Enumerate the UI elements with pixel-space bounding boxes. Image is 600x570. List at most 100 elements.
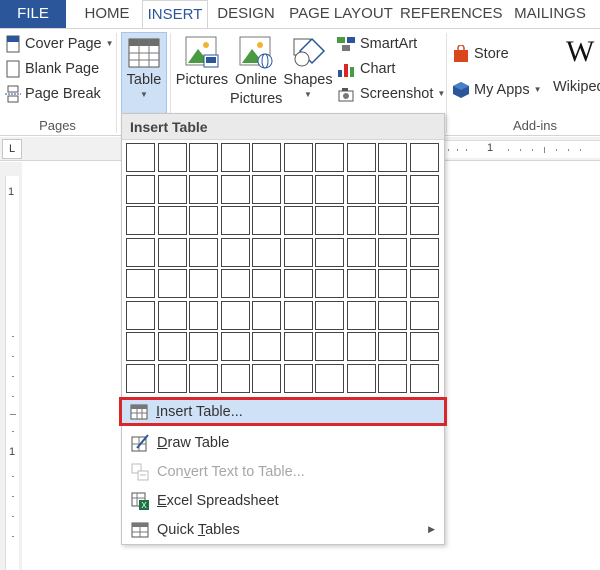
grid-cell[interactable] [252,143,281,172]
chart-button[interactable]: Chart [336,58,395,80]
grid-cell[interactable] [157,332,187,361]
tab-file[interactable]: FILE [0,0,66,28]
grid-cell[interactable] [409,300,439,330]
grid-cell[interactable] [252,237,281,267]
horizontal-ruler[interactable]: 1 [440,140,600,158]
grid-cell[interactable] [126,332,155,361]
grid-cell[interactable] [126,143,155,172]
grid-cell[interactable] [409,143,439,172]
tab-mailings[interactable]: MAILINGS [506,0,594,28]
grid-cell[interactable] [252,269,281,298]
grid-cell[interactable] [283,237,313,267]
grid-cell[interactable] [378,269,407,298]
grid-cell[interactable] [315,300,344,330]
grid-cell[interactable] [157,269,187,298]
my-apps-button[interactable]: My Apps ▼ [452,79,542,101]
grid-cell[interactable] [283,332,313,361]
grid-cell[interactable] [378,174,407,204]
excel-spreadsheet-menu-item[interactable]: X Excel Spreadsheet [123,486,445,515]
grid-cell[interactable] [126,363,155,393]
grid-cell[interactable] [189,269,218,298]
grid-cell[interactable] [252,363,281,393]
blank-page-button[interactable]: Blank Page [5,58,99,80]
grid-cell[interactable] [157,206,187,235]
grid-cell[interactable] [409,332,439,361]
shapes-button[interactable]: Shapes ▼ [283,35,333,100]
grid-cell[interactable] [157,174,187,204]
vertical-ruler[interactable]: 1 1 [0,162,22,570]
grid-cell[interactable] [157,363,187,393]
grid-cell[interactable] [409,206,439,235]
grid-cell[interactable] [378,237,407,267]
cover-page-button[interactable]: Cover Page ▼ [5,33,114,55]
grid-cell[interactable] [220,174,250,204]
grid-cell[interactable] [126,300,155,330]
grid-cell[interactable] [252,174,281,204]
quick-tables-menu-item[interactable]: Quick Tables ▶ [123,515,445,544]
grid-cell[interactable] [283,206,313,235]
grid-cell[interactable] [283,300,313,330]
grid-cell[interactable] [189,237,218,267]
tab-references[interactable]: REFERENCES [400,0,503,28]
grid-cell[interactable] [157,143,187,172]
grid-cell[interactable] [315,206,344,235]
grid-cell[interactable] [346,174,376,204]
grid-cell[interactable] [189,206,218,235]
grid-cell[interactable] [220,300,250,330]
grid-cell[interactable] [283,143,313,172]
grid-cell[interactable] [220,332,250,361]
grid-cell[interactable] [220,206,250,235]
grid-cell[interactable] [126,206,155,235]
grid-cell[interactable] [252,300,281,330]
wikipedia-button[interactable]: Wikiped [553,76,600,98]
grid-cell[interactable] [126,174,155,204]
grid-cell[interactable] [315,143,344,172]
grid-cell[interactable] [409,363,439,393]
grid-cell[interactable] [378,332,407,361]
grid-cell[interactable] [346,332,376,361]
grid-cell[interactable] [189,363,218,393]
grid-cell[interactable] [126,237,155,267]
grid-cell[interactable] [378,300,407,330]
grid-cell[interactable] [189,300,218,330]
grid-cell[interactable] [252,206,281,235]
grid-cell[interactable] [220,237,250,267]
grid-cell[interactable] [220,269,250,298]
grid-cell[interactable] [346,237,376,267]
table-button[interactable]: Table ▼ [121,32,167,114]
pictures-button[interactable]: Pictures [175,35,229,90]
grid-cell[interactable] [315,332,344,361]
wikipedia-logo-icon[interactable]: W [566,35,594,69]
grid-cell[interactable] [315,174,344,204]
insert-table-menu-item[interactable]: Insert Table... [119,397,447,426]
tab-home[interactable]: HOME [72,0,142,28]
tab-selector-button[interactable]: L [2,139,22,159]
smartart-button[interactable]: SmartArt [336,33,417,55]
grid-cell[interactable] [220,363,250,393]
page-break-button[interactable]: Page Break [5,83,101,105]
grid-cell[interactable] [378,363,407,393]
grid-cell[interactable] [346,363,376,393]
grid-cell[interactable] [346,269,376,298]
tab-page-layout[interactable]: PAGE LAYOUT [286,0,396,28]
grid-cell[interactable] [157,300,187,330]
grid-cell[interactable] [220,143,250,172]
grid-cell[interactable] [283,269,313,298]
tab-insert[interactable]: INSERT [142,0,208,29]
grid-cell[interactable] [189,332,218,361]
grid-cell[interactable] [126,269,155,298]
grid-cell[interactable] [315,269,344,298]
grid-cell[interactable] [283,363,313,393]
grid-cell[interactable] [315,363,344,393]
grid-cell[interactable] [189,143,218,172]
grid-cell[interactable] [252,332,281,361]
grid-cell[interactable] [378,206,407,235]
grid-cell[interactable] [346,206,376,235]
grid-cell[interactable] [283,174,313,204]
grid-cell[interactable] [157,237,187,267]
grid-cell[interactable] [346,300,376,330]
grid-cell[interactable] [189,174,218,204]
grid-cell[interactable] [409,269,439,298]
grid-cell[interactable] [409,237,439,267]
draw-table-menu-item[interactable]: Draw Table [123,428,445,457]
